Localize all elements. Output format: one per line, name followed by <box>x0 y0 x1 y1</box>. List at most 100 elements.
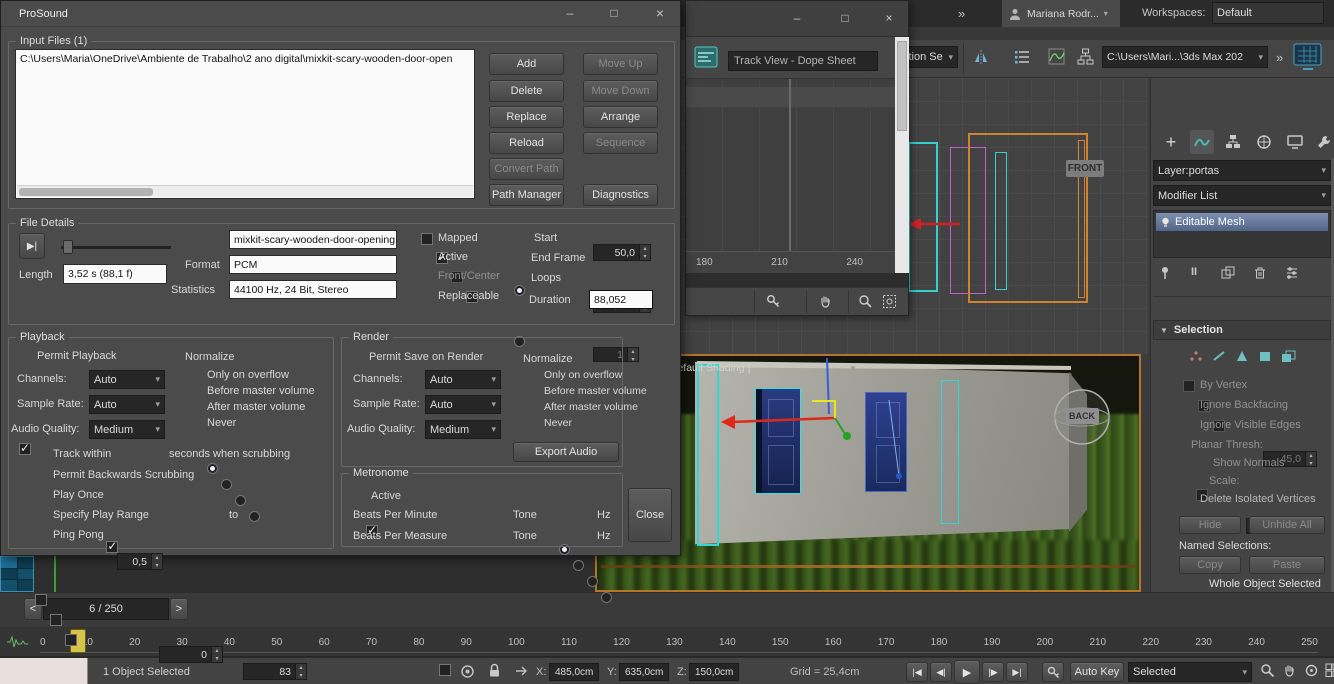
path-manager-button[interactable]: Path Manager <box>489 184 564 206</box>
export-audio-button[interactable]: Export Audio <box>513 442 619 462</box>
layer-explorer-icon[interactable] <box>1014 50 1030 64</box>
render-channels-dropdown[interactable]: Auto▾ <box>425 370 501 389</box>
transform-typein-mode-icon[interactable] <box>514 665 528 677</box>
playback-sample-rate-dropdown[interactable]: Auto▾ <box>89 395 165 414</box>
edge-subobject-icon[interactable] <box>1208 346 1230 366</box>
trackview-minimize-button[interactable]: – <box>784 9 810 27</box>
trackview-scrollbar-thumb[interactable] <box>897 41 907 131</box>
hierarchy-tab-icon[interactable] <box>1221 130 1245 154</box>
schematic-view-icon[interactable] <box>1077 48 1094 65</box>
key-filters-dropdown[interactable]: Selected ▾ <box>1128 662 1252 682</box>
by-vertex-checkbox[interactable] <box>1183 380 1195 392</box>
playback-norm-overflow-radio[interactable] <box>207 463 218 474</box>
duration-field[interactable]: 88,052 <box>589 290 653 309</box>
curve-editor-icon[interactable] <box>1048 48 1065 65</box>
prosound-minimize-button[interactable]: – <box>555 4 585 24</box>
back-viewcube-label[interactable]: BACK <box>1065 408 1099 424</box>
door-frame-selected-left[interactable] <box>697 364 719 546</box>
arrange-button[interactable]: Arrange <box>583 106 658 128</box>
trackview-time-indicator[interactable] <box>789 79 791 251</box>
utilities-tab-icon[interactable] <box>1314 130 1334 154</box>
sound-track-icon[interactable] <box>6 635 30 649</box>
spinner-arrows[interactable]: ▴▾ <box>295 664 306 679</box>
trackview-maximize-button[interactable]: □ <box>832 9 858 27</box>
copy-button[interactable]: Copy <box>1179 556 1241 574</box>
modifier-stack-item[interactable]: Editable Mesh <box>1156 213 1328 231</box>
isolate-selection-icon[interactable] <box>460 664 475 679</box>
selection-rollout-header[interactable]: ▼ Selection <box>1153 320 1331 340</box>
play-button[interactable]: ▶ <box>954 660 980 684</box>
spinner-arrows[interactable]: ▴▾ <box>151 554 162 569</box>
edit-keys-key-icon[interactable] <box>766 294 781 309</box>
render-audio-quality-dropdown[interactable]: Medium▾ <box>425 420 501 439</box>
create-tab-icon[interactable]: + <box>1159 130 1183 154</box>
door-frame-selected-mid[interactable] <box>941 380 959 524</box>
x-axis-gizmo-arrow-icon[interactable] <box>905 214 965 234</box>
input-files-listbox[interactable]: C:\Users\Maria\OneDrive\Ambiente de Trab… <box>15 49 475 199</box>
y-coordinate-field[interactable]: 635,0cm <box>619 663 669 681</box>
move-up-button[interactable]: Move Up <box>583 53 658 75</box>
pan-hand-icon[interactable] <box>818 294 833 309</box>
viewport-settings-icon[interactable] <box>1292 42 1324 72</box>
sequence-button[interactable]: Sequence <box>583 132 658 154</box>
motion-tab-icon[interactable] <box>1252 130 1276 154</box>
project-path-dropdown[interactable]: C:\Users\Mari...\3ds Max 202 ▾ <box>1102 46 1268 68</box>
zoom-region-icon[interactable] <box>882 294 897 309</box>
vertex-subobject-icon[interactable] <box>1185 346 1207 366</box>
preview-play-button[interactable]: ▶| <box>19 233 45 259</box>
zoom-icon[interactable] <box>1260 663 1275 678</box>
show-end-result-icon[interactable]: II <box>1191 266 1197 278</box>
playback-channels-dropdown[interactable]: Auto▾ <box>89 370 165 389</box>
configure-modifier-sets-icon[interactable] <box>1285 266 1299 280</box>
hide-button[interactable]: Hide <box>1179 516 1241 534</box>
add-button[interactable]: Add <box>489 53 564 75</box>
x-coordinate-field[interactable]: 485,0cm <box>549 663 599 681</box>
pin-stack-icon[interactable] <box>1159 266 1171 280</box>
layer-dropdown[interactable]: Layer:portas ▾ <box>1153 160 1331 181</box>
modifier-list-dropdown[interactable]: Modifier List ▾ <box>1153 185 1331 206</box>
trackview-name-field[interactable]: Track View - Dope Sheet <box>728 51 878 71</box>
permit-playback-checkbox[interactable] <box>19 443 31 455</box>
move-gizmo-icon[interactable] <box>717 356 857 488</box>
zoom-extents-icon[interactable] <box>858 294 873 309</box>
toolbar-overflow-chevrons[interactable]: » <box>1276 50 1283 65</box>
set-key-button[interactable] <box>1042 662 1064 682</box>
previous-frame-transport-button[interactable]: ◀| <box>930 662 952 682</box>
file-name-field[interactable]: mixkit-scary-wooden-door-opening <box>229 230 397 249</box>
workspace-dropdown[interactable]: Default <box>1212 2 1324 24</box>
paste-button[interactable]: Paste <box>1249 556 1325 574</box>
dope-sheet-mode-icon[interactable] <box>694 46 718 68</box>
wireframe-wall-frame-orange[interactable] <box>968 133 1088 303</box>
prosound-close-button[interactable]: × <box>645 4 675 24</box>
mirror-icon[interactable] <box>972 49 990 65</box>
play-range-from-spinner[interactable]: 0 ▴▾ <box>159 646 223 663</box>
diagnostics-button[interactable]: Diagnostics <box>583 184 658 206</box>
trackview-scrollbar[interactable] <box>895 37 909 273</box>
playback-audio-quality-dropdown[interactable]: Medium▾ <box>89 420 165 439</box>
modify-tab-icon[interactable] <box>1190 130 1214 154</box>
trackview-canvas[interactable] <box>686 79 895 251</box>
make-unique-icon[interactable] <box>1221 266 1235 280</box>
start-spinner[interactable]: 50,0 ▴▾ <box>593 244 651 261</box>
close-button[interactable]: Close <box>628 488 672 542</box>
move-down-button[interactable]: Move Down <box>583 80 658 102</box>
auto-key-button[interactable]: Auto Key <box>1070 662 1124 682</box>
play-range-to-spinner[interactable]: 83 ▴▾ <box>243 663 307 680</box>
next-frame-button[interactable]: > <box>170 598 188 620</box>
permit-backwards-checkbox[interactable] <box>35 594 47 606</box>
face-subobject-icon[interactable] <box>1231 346 1253 366</box>
unhide-all-button[interactable]: Unhide All <box>1249 516 1325 534</box>
pan-view-icon[interactable] <box>1282 663 1297 678</box>
listbox-hscrollbar-thumb[interactable] <box>19 188 153 196</box>
track-within-checkbox[interactable] <box>106 541 118 553</box>
orbit-icon[interactable] <box>1304 663 1319 678</box>
go-to-start-button[interactable]: |◀ <box>906 662 928 682</box>
display-tab-icon[interactable] <box>1283 130 1307 154</box>
element-subobject-icon[interactable] <box>1277 346 1299 366</box>
listbox-hscrollbar[interactable] <box>17 185 473 197</box>
reload-button[interactable]: Reload <box>489 132 564 154</box>
z-coordinate-field[interactable]: 150,0cm <box>689 663 739 681</box>
user-account-tab[interactable]: Mariana Rodr... ▾ <box>1002 0 1120 27</box>
specify-play-range-checkbox[interactable] <box>65 634 77 646</box>
render-sample-rate-dropdown[interactable]: Auto▾ <box>425 395 501 414</box>
